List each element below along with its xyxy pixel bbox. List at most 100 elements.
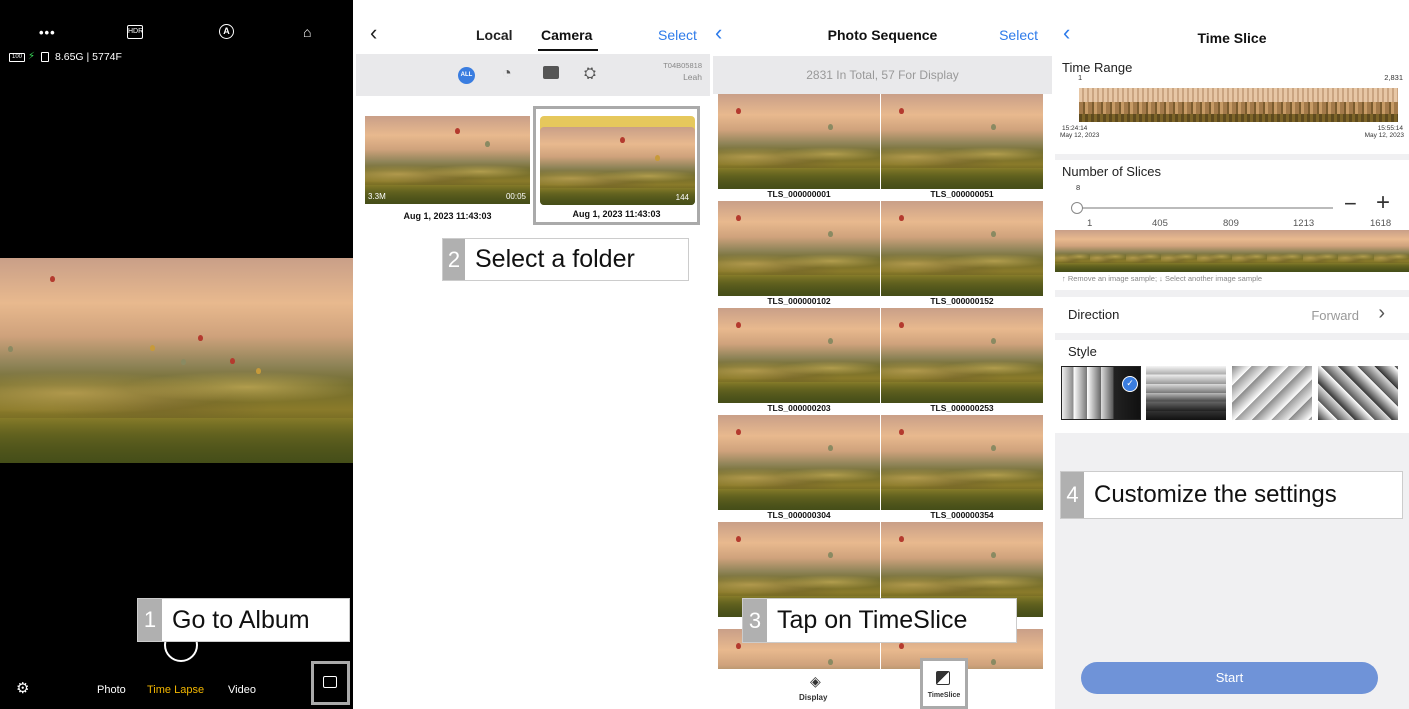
photo-filter-icon[interactable] [543,66,559,79]
auto-icon[interactable]: A [219,24,234,39]
time-range-strip[interactable] [1079,88,1398,122]
image-sample[interactable] [1267,230,1303,272]
tick-label: 1618 [1370,218,1392,229]
sequence-photo[interactable] [718,94,880,189]
summary-bar: 2831 In Total, 57 For Display [713,56,1052,94]
timeslice-icon [936,671,950,685]
layers-icon: ◈ [810,673,821,689]
image-sample[interactable] [1373,230,1409,272]
callout-step-2: 2 Select a folder [442,238,689,281]
video-duration: 00:05 [505,192,526,201]
home-icon[interactable]: ⌂ [303,25,311,39]
image-sample[interactable] [1090,230,1126,272]
album-button[interactable] [311,661,350,705]
display-button[interactable]: Display [799,693,827,702]
back-icon[interactable]: ‹ [370,22,377,44]
photo-label: TLS_000000152 [930,296,994,306]
sequence-photo[interactable] [718,415,880,510]
tick-label: 1213 [1293,218,1315,229]
end-date: May 12, 2023 [1364,132,1404,139]
sd-card-icon [41,52,49,62]
camera-preview[interactable] [0,258,353,463]
style-diagonal-left[interactable] [1232,366,1312,420]
photo-sequence-screen: ‹ Photo Sequence Select 2831 In Total, 5… [713,0,1052,709]
sample-hint: ↑ Remove an image sample; ↓ Select anoth… [1062,274,1263,283]
range-end: 2,831 [1384,73,1403,82]
timeslice-header: ‹ Time Slice [1055,0,1409,56]
photo-label: TLS_000000203 [767,403,831,413]
sequence-photo[interactable] [881,94,1043,189]
photo-label: TLS_000000051 [930,189,994,199]
start-date: May 12, 2023 [1060,132,1100,139]
image-sample[interactable] [1161,230,1197,272]
image-sample[interactable] [1055,230,1091,272]
bottom-toolbar: ◈ Display TimeSlice [713,658,1052,709]
sequence-photo[interactable] [881,308,1043,403]
callout-step-4: 4 Customize the settings [1060,471,1403,519]
timelapse-filter-icon[interactable]: ◔ [502,65,512,83]
photo-label: TLS_000000102 [767,296,831,306]
direction-row[interactable]: Direction Forward › [1055,297,1409,333]
image-sample[interactable] [1196,230,1232,272]
end-time: 15:55:14 [1377,125,1403,132]
timeslice-label: TimeSlice [927,692,961,699]
callout-number: 1 [138,599,162,641]
folder-item[interactable]: 144 Aug 1, 2023 11:43:03 [533,106,700,225]
sequence-photo[interactable] [881,415,1043,510]
slices-slider-thumb[interactable] [1071,202,1083,214]
slices-slider-track[interactable] [1075,207,1333,209]
callout-number: 4 [1061,472,1084,518]
minus-icon[interactable]: − [1344,193,1357,215]
range-start: 1 [1078,73,1083,82]
video-thumbnail [365,116,530,204]
image-sample[interactable] [1302,230,1339,272]
sequence-photo[interactable] [881,201,1043,296]
tab-underline [538,49,598,51]
check-icon: ✓ [1122,376,1138,392]
video-item[interactable]: 3.3M 00:05 Aug 1, 2023 11:43:03 [365,116,530,226]
image-sample[interactable] [1125,230,1162,272]
callout-step-1: 1 Go to Album [137,598,350,642]
device-id: T04B05818 [663,61,702,70]
callout-step-3: 3 Tap on TimeSlice [742,598,1017,643]
select-button[interactable]: Select [658,27,697,43]
style-vertical[interactable]: ✓ [1061,366,1141,420]
sequence-photo[interactable] [718,308,880,403]
tab-camera[interactable]: Camera [541,27,592,43]
image-sample[interactable] [1232,230,1268,272]
filter-all-label: ALL [460,72,473,78]
select-button[interactable]: Select [999,27,1038,43]
callout-text: Go to Album [172,605,310,634]
tab-local[interactable]: Local [476,27,513,43]
image-sample-strip[interactable] [1055,230,1409,272]
mode-video[interactable]: Video [228,684,256,696]
slices-label: Number of Slices [1062,164,1161,179]
photo-label: TLS_000000253 [930,403,994,413]
photo-label: TLS_000000001 [767,189,831,199]
mode-photo[interactable]: Photo [97,684,126,696]
callout-text: Select a folder [475,245,635,273]
tick-label: 405 [1152,218,1168,229]
sequence-photo[interactable] [718,201,880,296]
tutorial-frame: ••• HDR A ⌂ 100 ⚡ 8.65G | 5774F ⚙ Photo … [0,0,1409,709]
style-diagonal-right[interactable] [1318,366,1398,420]
settings-icon[interactable]: ⚙ [16,681,29,696]
mode-time-lapse[interactable]: Time Lapse [147,684,204,696]
image-sample[interactable] [1338,230,1374,272]
callout-text: Tap on TimeSlice [777,606,968,634]
chevron-right-icon: › [1378,302,1385,324]
battery-level: 100 [11,54,22,60]
plus-icon[interactable]: + [1376,191,1390,215]
sequence-summary: 2831 In Total, 57 For Display [806,68,959,82]
video-size: 3.3M [368,192,386,201]
start-button[interactable]: Start [1081,662,1378,694]
storage-status: 8.65G | 5774F [55,51,122,63]
battery-icon: 100 [9,53,25,62]
hdr-icon[interactable]: HDR [127,25,143,39]
style-horizontal[interactable] [1146,366,1226,420]
timeslice-button[interactable]: TimeSlice [920,658,968,709]
video-filter-icon[interactable]: ⛭ [584,65,596,82]
more-icon[interactable]: ••• [39,26,56,40]
filter-all-icon[interactable]: ALL [458,67,475,84]
album-header: ‹ Local Camera Select [356,0,710,54]
